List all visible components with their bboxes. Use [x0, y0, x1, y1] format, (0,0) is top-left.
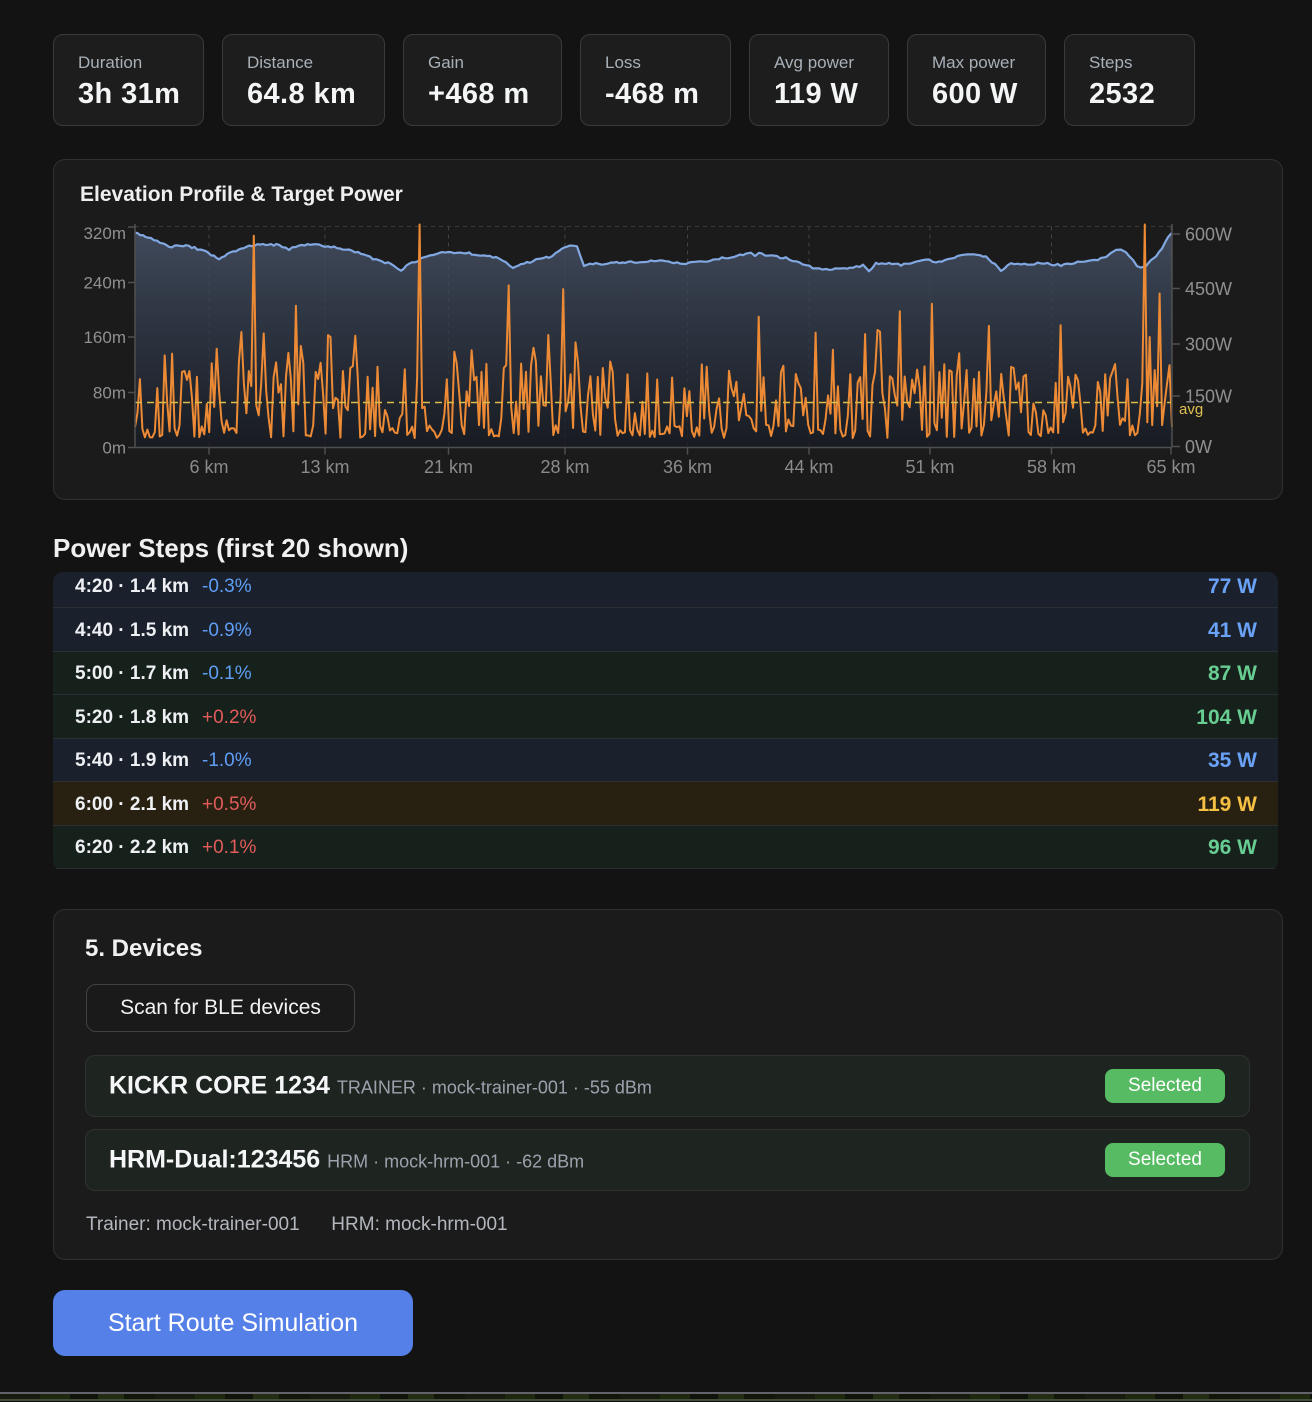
svg-text:80m: 80m	[93, 384, 126, 403]
svg-text:600W: 600W	[1185, 225, 1232, 245]
svg-text:51 km: 51 km	[905, 457, 954, 477]
svg-text:44 km: 44 km	[784, 457, 833, 477]
svg-text:21 km: 21 km	[424, 457, 473, 477]
svg-text:58 km: 58 km	[1027, 457, 1076, 477]
svg-text:13 km: 13 km	[300, 457, 349, 477]
svg-text:0W: 0W	[1185, 437, 1212, 457]
svg-text:6 km: 6 km	[189, 457, 228, 477]
svg-text:450W: 450W	[1185, 279, 1232, 299]
svg-text:65 km: 65 km	[1146, 457, 1195, 477]
svg-text:240m: 240m	[83, 274, 126, 293]
svg-text:320m: 320m	[83, 224, 126, 243]
svg-text:0m: 0m	[102, 439, 126, 458]
svg-text:28 km: 28 km	[540, 457, 589, 477]
svg-text:160m: 160m	[83, 328, 126, 347]
svg-text:300W: 300W	[1185, 335, 1232, 355]
svg-text:avg: avg	[1179, 401, 1203, 418]
svg-text:36 km: 36 km	[663, 457, 712, 477]
